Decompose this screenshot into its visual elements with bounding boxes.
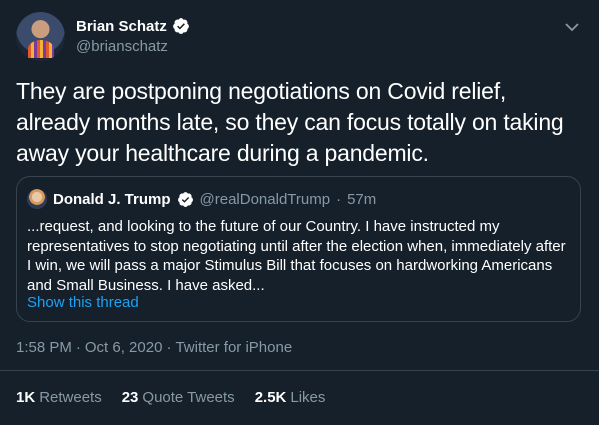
likes-label: Likes [290, 389, 326, 406]
quote-tweets-stat[interactable]: 23 Quote Tweets [122, 389, 235, 406]
author-name-row: Brian Schatz [76, 15, 190, 37]
tweet-time[interactable]: 1:58 PM [16, 339, 72, 356]
quoted-author-name: Donald J. Trump [53, 190, 171, 208]
author-block: Brian Schatz @brianschatz [76, 15, 190, 55]
verified-badge-icon [177, 191, 193, 207]
retweets-count: 1K [16, 389, 36, 406]
quoted-author-handle: @realDonaldTrump [199, 190, 331, 208]
meta-separator: · [75, 339, 81, 356]
avatar[interactable] [16, 12, 65, 61]
quote-tweets-label: Quote Tweets [142, 389, 235, 406]
tweet-header: Brian Schatz @brianschatz [16, 12, 583, 62]
tweet-card: Brian Schatz @brianschatz They are postp… [0, 0, 599, 425]
divider [0, 370, 599, 371]
tweet-source[interactable]: Twitter for iPhone [175, 339, 292, 356]
chevron-down-icon[interactable] [563, 18, 581, 36]
quoted-avatar [27, 189, 47, 209]
retweets-stat[interactable]: 1K Retweets [16, 389, 102, 406]
quoted-tweet-header: Donald J. Trump @realDonaldTrump · 57m [27, 189, 376, 209]
likes-count: 2.5K [254, 389, 287, 406]
quoted-tweet-text: ...request, and looking to the future of… [27, 218, 566, 294]
meta-separator: · [166, 339, 172, 356]
show-thread-link[interactable]: Show this thread [27, 294, 139, 311]
author-handle[interactable]: @brianschatz [76, 38, 190, 55]
quote-tweets-count: 23 [121, 389, 139, 406]
retweets-label: Retweets [39, 389, 102, 406]
quoted-tweet[interactable]: Donald J. Trump @realDonaldTrump · 57m .… [16, 176, 581, 322]
likes-stat[interactable]: 2.5K Likes [255, 389, 326, 406]
quoted-separator: · [336, 190, 342, 208]
tweet-date[interactable]: Oct 6, 2020 [85, 339, 163, 356]
tweet-text: They are postponing negotiations on Covi… [16, 78, 564, 166]
tweet-meta: 1:58 PM · Oct 6, 2020 · Twitter for iPho… [16, 339, 292, 356]
quoted-time: 57m [347, 190, 377, 208]
tweet-stats: 1K Retweets 23 Quote Tweets 2.5K Likes [16, 389, 325, 406]
author-name[interactable]: Brian Schatz [76, 18, 167, 35]
verified-badge-icon [172, 18, 189, 34]
